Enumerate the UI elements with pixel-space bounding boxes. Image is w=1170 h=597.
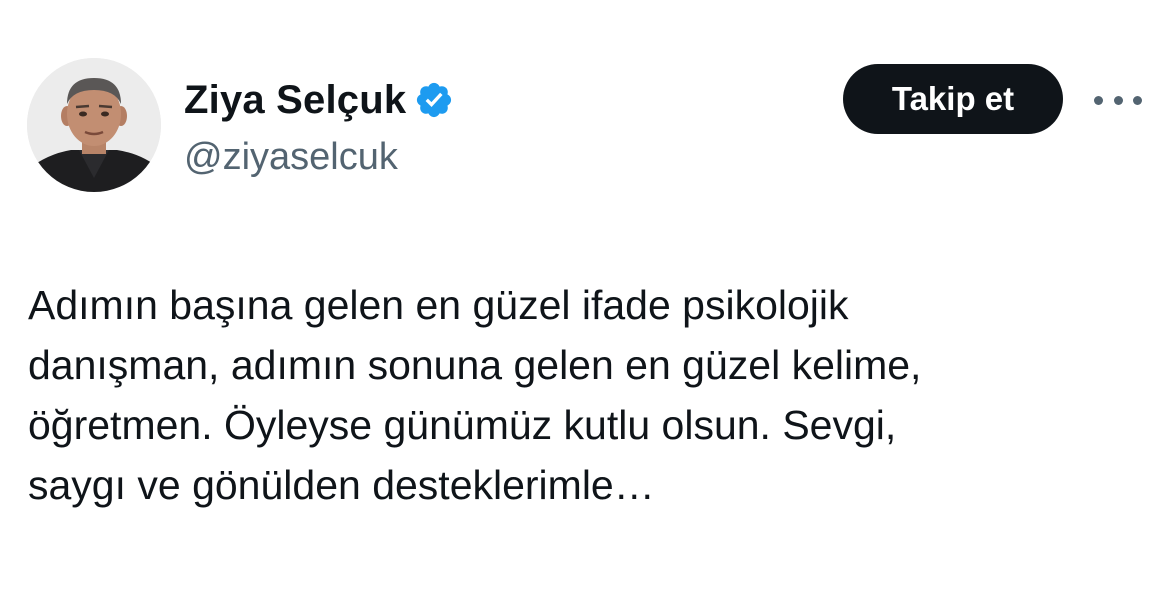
author-identity: Ziya Selçuk @ziyaselcuk: [184, 76, 454, 180]
tweet-text-line: danışman, adımın sonuna gelen en güzel k…: [28, 342, 922, 388]
avatar-photo: [27, 58, 161, 192]
author-handle[interactable]: @ziyaselcuk: [184, 134, 454, 180]
author-avatar[interactable]: [27, 58, 161, 192]
verified-badge-icon[interactable]: [414, 80, 454, 120]
tweet-text-line: öğretmen. Öyleyse günümüz kutlu olsun. S…: [28, 402, 897, 448]
author-display-name[interactable]: Ziya Selçuk: [184, 76, 406, 124]
more-dot: [1094, 95, 1103, 105]
more-options-icon[interactable]: [1090, 82, 1146, 118]
tweet-text: Adımın başına gelen en güzel ifade psiko…: [28, 275, 1148, 515]
tweet-card: Ziya Selçuk @ziyaselcuk Takip et Adımın …: [0, 0, 1170, 597]
author-name-row: Ziya Selçuk: [184, 76, 454, 124]
tweet-text-line: saygı ve gönülden desteklerimle…: [28, 462, 655, 508]
more-dot: [1133, 95, 1142, 105]
follow-button[interactable]: Takip et: [843, 64, 1063, 134]
tweet-text-line: Adımın başına gelen en güzel ifade psiko…: [28, 282, 849, 328]
more-dot: [1113, 95, 1123, 105]
